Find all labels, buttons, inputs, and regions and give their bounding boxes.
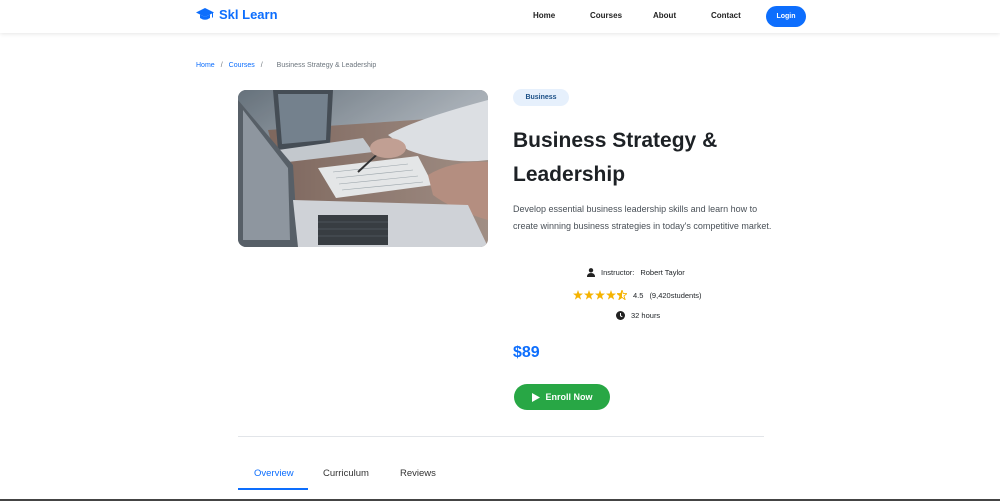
nav-about[interactable]: About [653, 11, 676, 20]
course-description: Develop essential business leadership sk… [513, 204, 772, 231]
tab-overview[interactable]: Overview [254, 468, 294, 479]
rating-row: 4.5 (9,420students) [573, 290, 702, 300]
breadcrumb-separator: / [260, 62, 263, 69]
star-icon [606, 290, 616, 300]
duration-row: 32 hours [616, 311, 660, 320]
breadcrumb-current: Business Strategy & Leadership [276, 62, 377, 69]
rating-value: 4.5 [633, 290, 644, 300]
tab-reviews[interactable]: Reviews [400, 468, 436, 479]
course-title: Business Strategy & Leadership [513, 129, 718, 186]
student-count: (9,420students) [649, 290, 702, 300]
star-icon [584, 290, 594, 300]
breadcrumb: Home / Courses / Business Strategy & Leaders… [196, 62, 376, 69]
navbar: Skl Learn Home Courses About Contact Log… [0, 0, 1000, 33]
star-icon [573, 290, 583, 300]
graduation-cap-icon [196, 7, 214, 20]
instructor-row: Instructor: Robert Taylor [587, 268, 685, 277]
enroll-label: Enroll Now [545, 392, 593, 402]
breadcrumb-courses[interactable]: Courses [229, 62, 255, 69]
nav-home[interactable]: Home [533, 11, 555, 20]
nav-courses[interactable]: Courses [590, 11, 622, 20]
instructor-label: Instructor: [601, 268, 635, 277]
breadcrumb-home[interactable]: Home [196, 62, 215, 69]
course-price: $89 [513, 344, 540, 361]
nav-contact[interactable]: Contact [711, 11, 741, 20]
clock-icon [616, 311, 625, 320]
section-divider [238, 436, 764, 437]
login-button[interactable]: Login [766, 6, 806, 27]
user-icon [587, 268, 595, 277]
enroll-button[interactable]: Enroll Now [514, 384, 610, 410]
brand-logo[interactable]: Skl Learn [196, 7, 278, 22]
instructor-name: Robert Taylor [640, 268, 685, 277]
tab-curriculum[interactable]: Curriculum [323, 468, 369, 479]
star-half-icon [617, 290, 627, 300]
course-duration: 32 hours [631, 311, 661, 320]
rating-stars [573, 290, 627, 300]
category-badge: Business [513, 89, 569, 106]
active-tab-indicator [238, 488, 308, 490]
course-image [238, 90, 488, 247]
play-icon [531, 392, 540, 402]
breadcrumb-separator: / [220, 62, 223, 69]
brand-name: Skl Learn [219, 7, 278, 22]
star-icon [595, 290, 605, 300]
